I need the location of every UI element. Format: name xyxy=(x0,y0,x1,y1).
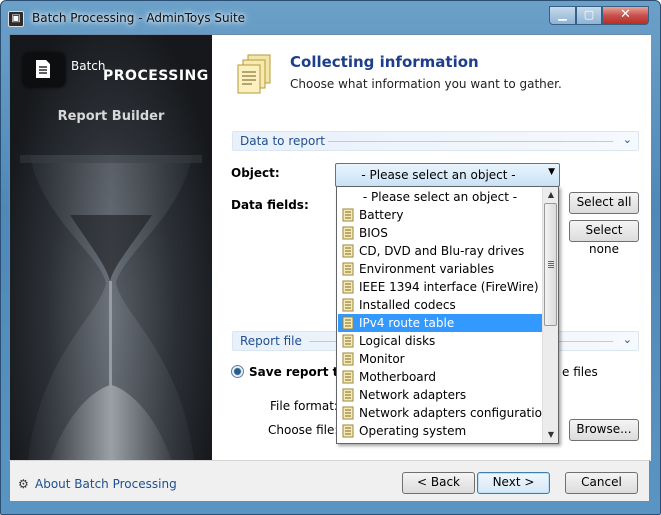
choose-file-label: Choose file: xyxy=(268,423,339,437)
file-format-label: File format: xyxy=(270,399,338,413)
maximize-icon: ▢ xyxy=(583,8,595,21)
documents-icon xyxy=(237,54,271,94)
grip-icon xyxy=(548,261,554,268)
minimize-button[interactable]: ▁ xyxy=(549,6,576,25)
brand-small-text: Batch xyxy=(71,59,106,73)
object-label: Object: xyxy=(231,166,280,180)
save-report-radio[interactable] xyxy=(231,365,244,378)
brand-big-text: Processing xyxy=(103,68,209,84)
select-none-button[interactable]: Select none xyxy=(569,220,639,256)
document-icon xyxy=(341,424,355,443)
list-item[interactable]: IEEE 1394 interface (FireWire) xyxy=(338,278,542,296)
dropdown-scrollbar[interactable]: ▲ ▼ xyxy=(542,187,558,443)
close-icon: ✕ xyxy=(620,7,631,22)
chevron-down-icon[interactable]: ⌄ xyxy=(623,333,632,346)
scroll-down-icon[interactable]: ▼ xyxy=(543,427,558,443)
list-item[interactable]: Network adapters configuration xyxy=(338,404,550,422)
section-data-to-report[interactable]: Data to report ⌄ xyxy=(232,131,639,151)
scroll-up-icon[interactable]: ▲ xyxy=(543,187,558,203)
title-bar[interactable]: ▣ Batch Processing - AdminToys Suite ▁ ▢… xyxy=(1,1,660,35)
list-item[interactable]: Monitor xyxy=(338,350,542,368)
hourglass-image xyxy=(20,155,202,461)
list-item[interactable]: Network adapters xyxy=(338,386,542,404)
object-dropdown-list[interactable]: - Please select an object - Battery BIOS… xyxy=(336,186,559,444)
files-label: e files xyxy=(562,365,598,379)
list-item[interactable]: Installed codecs xyxy=(338,296,542,314)
minimize-icon: ▁ xyxy=(558,8,567,21)
back-button[interactable]: < Back xyxy=(402,472,475,494)
section-label: Data to report xyxy=(240,134,325,148)
maximize-button[interactable]: ▢ xyxy=(576,6,602,25)
data-fields-label: Data fields: xyxy=(231,198,309,212)
list-item[interactable]: - Please select an object - xyxy=(338,188,542,206)
workflow-icon: ⚙ xyxy=(18,477,29,491)
object-select-value: - Please select an object - xyxy=(361,168,516,182)
section-label: Report file xyxy=(240,334,302,348)
list-item[interactable]: CD, DVD and Blu-ray drives xyxy=(338,242,542,260)
next-button[interactable]: Next > xyxy=(477,472,550,494)
list-item[interactable]: Operating system xyxy=(338,422,542,440)
window-title: Batch Processing - AdminToys Suite xyxy=(32,11,246,25)
brand-subtitle: Report Builder xyxy=(57,109,165,124)
list-item[interactable]: Battery xyxy=(338,206,542,224)
list-item[interactable]: Logical disks xyxy=(338,332,542,350)
list-item-selected[interactable]: IPv4 route table xyxy=(338,314,542,332)
about-link[interactable]: About Batch Processing xyxy=(35,477,177,491)
close-button[interactable]: ✕ xyxy=(602,6,649,25)
app-icon[interactable]: ▣ xyxy=(8,11,24,27)
page-subtitle: Choose what information you want to gath… xyxy=(290,77,562,91)
object-select[interactable]: - Please select an object - ▼ xyxy=(335,163,560,187)
dropdown-arrow-icon[interactable]: ▼ xyxy=(548,167,555,177)
document-icon xyxy=(23,53,65,87)
list-item[interactable]: BIOS xyxy=(338,224,542,242)
list-item[interactable]: Motherboard xyxy=(338,368,542,386)
side-panel: Batch Processing Report Builder xyxy=(10,35,212,461)
section-divider xyxy=(328,141,613,142)
chevron-down-icon[interactable]: ⌄ xyxy=(623,133,632,146)
page-title: Collecting information xyxy=(290,53,479,71)
select-all-button[interactable]: Select all xyxy=(569,192,639,214)
cancel-button[interactable]: Cancel xyxy=(565,472,638,494)
footer-bar: ⚙ About Batch Processing < Back Next > C… xyxy=(9,460,650,502)
scrollbar-thumb[interactable] xyxy=(544,203,557,326)
list-item[interactable]: Environment variables xyxy=(338,260,542,278)
browse-button[interactable]: Browse... xyxy=(569,419,639,441)
